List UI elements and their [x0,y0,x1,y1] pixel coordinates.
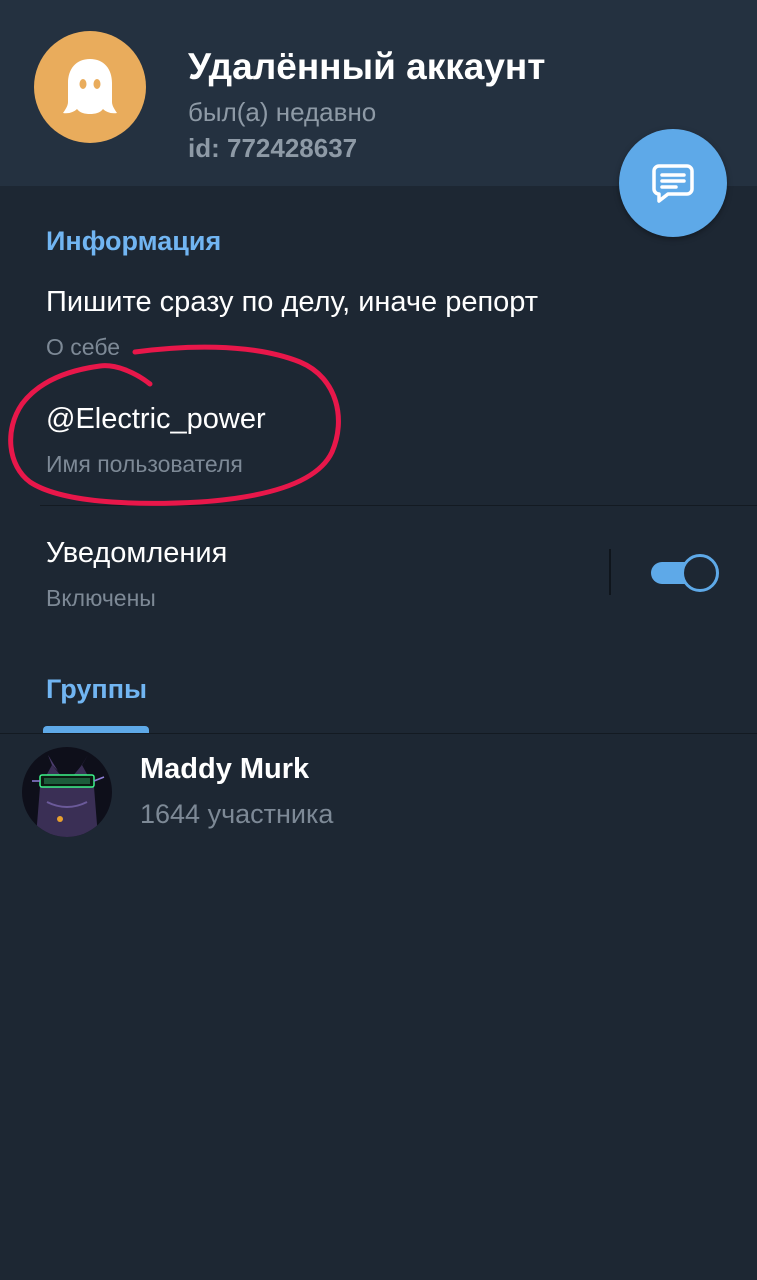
profile-name: Удалённый аккаунт [188,46,546,87]
profile-avatar[interactable] [34,31,146,143]
message-icon [652,164,694,203]
info-section-title: Информация [46,226,222,256]
groups-tab[interactable]: Группы [46,674,147,705]
username-label: Имя пользователя [46,451,243,477]
bio-label: О себе [46,334,121,360]
username-text[interactable]: @Electric_power [46,403,266,436]
group-members-count: 1644 участника [140,799,334,829]
tab-indicator [43,726,149,733]
group-name: Maddy Murk [140,753,310,785]
notifications-value: Включены [46,585,156,611]
toggle-knob [681,554,719,592]
notifications-label[interactable]: Уведомления [46,537,227,570]
group-avatar [22,747,112,837]
group-list-item[interactable]: Maddy Murk 1644 участника [0,736,757,846]
profile-id: id: 772428637 [188,133,358,163]
divider [40,505,757,506]
ghost-icon [63,59,117,114]
send-message-button[interactable] [619,129,727,237]
tabs-divider [0,733,757,734]
notifications-toggle[interactable] [651,554,719,592]
toggle-separator [609,549,611,595]
profile-status: был(а) недавно [188,97,377,127]
bio-text[interactable]: Пишите сразу по делу, иначе репорт [46,286,538,319]
